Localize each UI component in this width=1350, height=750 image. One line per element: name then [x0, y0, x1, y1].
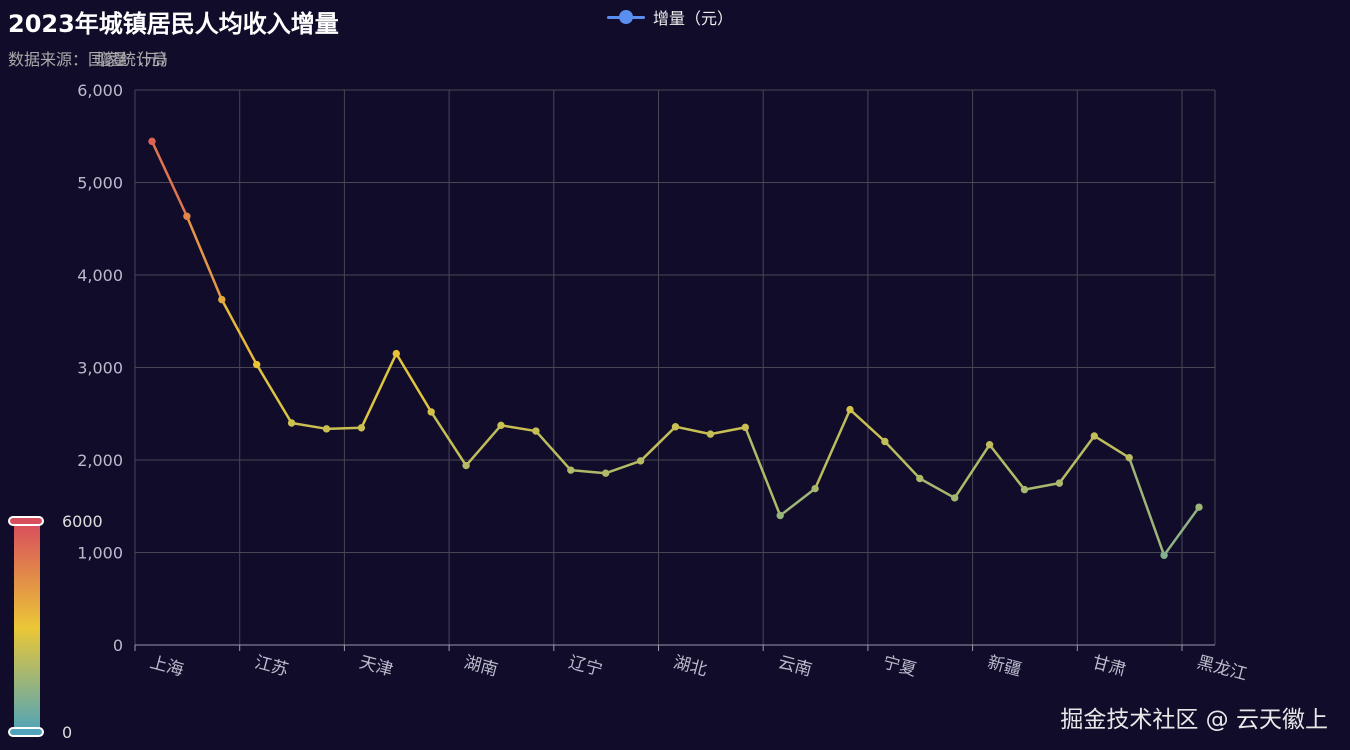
y-tick-label: 2,000 — [77, 451, 123, 470]
data-point[interactable] — [811, 484, 819, 493]
data-point[interactable] — [1090, 432, 1099, 440]
series-line-segment — [290, 421, 328, 431]
data-point[interactable] — [951, 494, 959, 502]
data-point[interactable] — [1055, 479, 1064, 487]
data-point[interactable] — [602, 469, 610, 477]
series-line-segment — [709, 426, 747, 436]
data-point[interactable] — [532, 427, 540, 435]
series-line-segment — [325, 426, 363, 431]
x-tick-label: 上海 — [148, 653, 186, 681]
watermark-text: 掘金技术社区 @ 云天徽上 — [1060, 707, 1328, 733]
visual-map-min-handle[interactable] — [8, 727, 44, 737]
y-tick-label: 6,000 — [77, 81, 123, 100]
y-tick-label: 4,000 — [77, 266, 123, 285]
visual-map-min-label: 0 — [62, 723, 73, 742]
data-point[interactable] — [183, 212, 191, 220]
x-tick-label: 湖北 — [671, 653, 709, 681]
data-point[interactable] — [497, 421, 505, 430]
visual-map-gradient-bar — [14, 524, 40, 732]
y-tick-label: 3,000 — [77, 359, 123, 378]
visual-map-max-handle[interactable] — [8, 516, 44, 526]
x-tick-label: 宁夏 — [881, 653, 919, 681]
series-line-segment — [395, 352, 433, 414]
visual-map-max-label: 6000 — [62, 512, 103, 531]
data-point[interactable] — [706, 430, 715, 438]
y-tick-label: 0 — [113, 636, 123, 655]
data-point[interactable] — [881, 437, 889, 446]
data-point[interactable] — [985, 441, 994, 449]
line-chart: 0 1,000 2,000 3,000 4,000 5,000 6,000 上海 江苏 天津 湖南 辽… — [77, 81, 1249, 686]
series-line-segment — [499, 424, 538, 433]
data-point[interactable] — [218, 295, 226, 304]
data-point[interactable] — [741, 423, 749, 432]
data-point[interactable] — [846, 405, 854, 414]
series-line-segment — [674, 425, 712, 436]
series-line-segment — [988, 443, 1026, 491]
x-tick-label: 黑龙江 — [1195, 653, 1249, 686]
data-point[interactable] — [427, 408, 435, 416]
data-point[interactable] — [916, 474, 924, 483]
data-point[interactable] — [392, 349, 400, 358]
data-point[interactable] — [287, 419, 296, 427]
data-point[interactable] — [776, 511, 784, 520]
series-line-segment — [918, 477, 956, 500]
data-point[interactable] — [671, 423, 680, 431]
series-line-segment — [813, 408, 852, 490]
data-point[interactable] — [253, 360, 261, 369]
x-tick-label: 云南 — [776, 653, 814, 681]
data-point[interactable] — [1160, 551, 1168, 559]
series-line-segment — [1093, 434, 1131, 459]
y-tick-label: 1,000 — [77, 544, 123, 563]
series-line-segment — [255, 363, 293, 425]
series-line-segment — [150, 140, 189, 218]
data-point[interactable] — [462, 461, 470, 470]
chart-stage: 2023年城镇居民人均收入增量 数据来源：国家统计局 增量（元） 增量（元） 0… — [0, 0, 1350, 750]
x-tick-label: 湖南 — [462, 653, 500, 681]
x-tick-label: 辽宁 — [567, 653, 605, 681]
series-line-segment — [569, 468, 607, 475]
x-tick-label: 新疆 — [985, 653, 1023, 681]
data-point[interactable] — [1020, 485, 1029, 494]
series-line-segment — [604, 459, 642, 475]
data-point[interactable] — [148, 137, 156, 146]
data-point[interactable] — [1195, 503, 1203, 511]
data-point[interactable] — [636, 457, 645, 465]
series-line-segment — [185, 215, 224, 301]
series-line-segment — [360, 352, 398, 430]
data-point[interactable] — [567, 466, 575, 474]
data-point[interactable] — [1125, 453, 1133, 462]
y-tick-label: 5,000 — [77, 174, 123, 193]
series-line-segment — [1127, 456, 1166, 557]
series-line-segment — [1023, 481, 1061, 491]
x-tick-label: 天津 — [357, 653, 395, 681]
series-line-segment — [778, 487, 817, 517]
data-point[interactable] — [322, 425, 331, 433]
data-point[interactable] — [357, 424, 366, 432]
x-tick-label: 甘肃 — [1090, 653, 1128, 681]
x-tick-label: 江苏 — [252, 653, 290, 681]
